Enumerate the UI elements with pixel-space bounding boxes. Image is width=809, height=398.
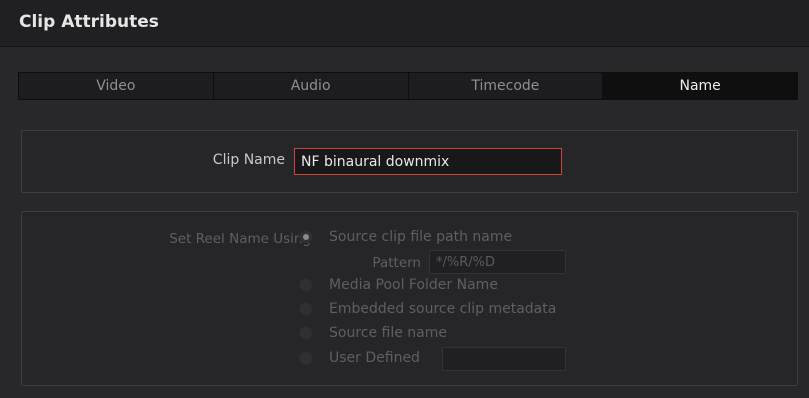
pattern-label: Pattern <box>372 255 421 271</box>
radio-option-source-clip-path[interactable]: Source clip file path name <box>299 227 512 247</box>
pattern-input[interactable] <box>429 250 566 274</box>
radio-label: Source clip file path name <box>329 229 513 245</box>
window-title: Clip Attributes <box>19 12 159 32</box>
radio-selected-icon[interactable] <box>299 230 313 244</box>
user-defined-input[interactable] <box>442 347 566 371</box>
clip-attributes-window: Clip Attributes Video Audio Timecode Nam… <box>0 0 809 398</box>
radio-option-embedded-metadata[interactable]: Embedded source clip metadata <box>299 299 556 319</box>
radio-option-source-file-name[interactable]: Source file name <box>299 323 447 343</box>
tab-bar: Video Audio Timecode Name <box>18 72 798 100</box>
radio-unselected-icon[interactable] <box>299 302 313 316</box>
radio-label: Embedded source clip metadata <box>329 301 557 317</box>
clip-name-panel: Clip Name <box>21 130 798 193</box>
radio-label: Media Pool Folder Name <box>329 277 498 293</box>
title-bar: Clip Attributes <box>0 0 809 47</box>
tab-audio[interactable]: Audio <box>213 73 409 99</box>
radio-label: User Defined <box>329 350 420 366</box>
tab-timecode[interactable]: Timecode <box>408 73 604 99</box>
radio-unselected-icon[interactable] <box>299 326 313 340</box>
radio-label: Source file name <box>329 325 448 341</box>
radio-unselected-icon[interactable] <box>299 278 313 292</box>
tab-name[interactable]: Name <box>603 73 797 99</box>
radio-unselected-icon[interactable] <box>299 351 313 365</box>
tab-video[interactable]: Video <box>19 73 214 99</box>
reel-name-panel: Set Reel Name Using Source clip file pat… <box>21 211 798 386</box>
radio-option-user-defined[interactable]: User Defined <box>299 348 420 368</box>
clip-name-label: Clip Name <box>212 152 285 168</box>
radio-option-media-pool-folder[interactable]: Media Pool Folder Name <box>299 275 498 295</box>
reel-name-label: Set Reel Name Using <box>169 231 311 247</box>
clip-name-input[interactable] <box>294 148 562 175</box>
